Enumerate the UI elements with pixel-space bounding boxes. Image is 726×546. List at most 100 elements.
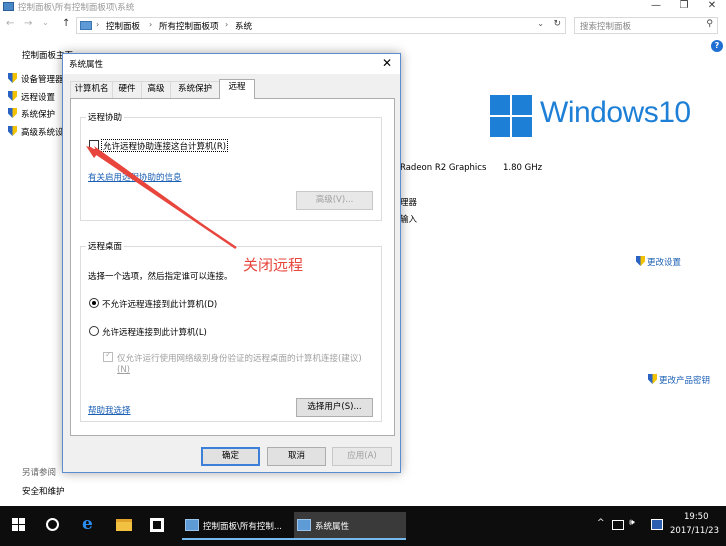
sidebar-item-label: 设备管理器 [21, 75, 64, 85]
volume-icon[interactable]: 🕪 [629, 518, 635, 528]
breadcrumb-separator: › [96, 20, 100, 29]
breadcrumb-control-panel[interactable]: 控制面板 [106, 20, 140, 32]
ime-indicator-icon[interactable] [651, 519, 663, 530]
forward-arrow-icon[interactable]: → [24, 18, 32, 29]
taskbar-item-control-panel[interactable]: 控制面板\所有控制... [182, 512, 294, 540]
sidebar-item-label: 系统保护 [21, 110, 56, 120]
shield-icon [8, 91, 17, 101]
help-icon[interactable]: ? [711, 40, 723, 52]
recent-pages-chevron-icon[interactable]: ⌄ [42, 18, 49, 27]
dialog-title-bar: 系统属性 ✕ [63, 54, 400, 74]
remote-assistance-info-link[interactable]: 有关启用远程协助的信息 [88, 171, 182, 183]
sidebar-item-label: 远程设置 [21, 93, 56, 103]
change-settings-label: 更改设置 [647, 258, 682, 268]
allow-remote-assistance-label[interactable]: 允许远程协助连接这台计算机(R) [103, 140, 226, 152]
edge-browser-icon[interactable]: e [82, 514, 93, 534]
maximize-button[interactable]: ❐ [670, 0, 698, 14]
allow-remote-assistance-checkbox[interactable] [89, 140, 99, 150]
tab-computer-name[interactable]: 计算机名 [70, 81, 113, 98]
refresh-icon[interactable]: ↻ [553, 19, 561, 29]
window-title-bar: 控制面板\所有控制面板项\系统 — ❐ ✕ [0, 0, 726, 14]
back-arrow-icon[interactable]: ← [6, 18, 14, 29]
address-dropdown-icon[interactable]: ⌄ [537, 19, 544, 28]
search-icon[interactable]: ⚲ [706, 19, 713, 29]
ok-button[interactable]: 确定 [201, 447, 260, 466]
change-product-key-link[interactable]: 更改产品密钥 [648, 374, 710, 386]
shield-icon [636, 256, 645, 266]
help-me-choose-link[interactable]: 帮助我选择 [88, 404, 131, 416]
control-panel-icon [3, 2, 14, 11]
nla-only-checkbox[interactable] [103, 350, 113, 362]
system-properties-icon [297, 519, 311, 531]
allow-remote-radio[interactable] [89, 326, 99, 336]
change-settings-link[interactable]: 更改设置 [636, 256, 681, 268]
cortana-search-icon[interactable] [46, 518, 59, 531]
remote-assistance-group: 远程协助 允许远程协助连接这台计算机(R) 有关启用远程协助的信息 高级(V).… [80, 111, 382, 221]
up-arrow-icon[interactable]: ↑ [62, 18, 70, 29]
partial-label: 输入 [400, 215, 418, 225]
windows-10-wordmark: Windows10 [540, 96, 691, 129]
breadcrumb-separator: › [149, 20, 153, 29]
desktop: 控制面板\所有控制面板项\系统 — ❐ ✕ ← → ⌄ ↑ › 控制面板 › 所… [0, 0, 726, 546]
shield-icon [8, 126, 17, 136]
taskbar: e 控制面板\所有控制... 系统属性 ^ 🕪 19:50 2017/11/23 [0, 506, 726, 546]
window-title: 控制面板\所有控制面板项\系统 [18, 3, 135, 13]
network-icon[interactable] [612, 520, 624, 530]
tray-overflow-chevron-icon[interactable]: ^ [597, 518, 605, 528]
sidebar-item-device-manager[interactable]: 设备管理器 [8, 73, 64, 85]
start-windows-icon[interactable] [12, 518, 26, 532]
remote-desktop-instruction: 选择一个选项，然后指定谁可以连接。 [88, 272, 233, 282]
nla-only-label: 仅允许运行使用网络级别身份验证的远程桌面的计算机连接(建议) [117, 354, 362, 364]
disallow-remote-radio[interactable] [89, 298, 99, 308]
file-explorer-icon[interactable] [116, 519, 132, 531]
nla-only-shortcut: (N) [117, 365, 130, 375]
allow-remote-label[interactable]: 允许远程连接到此计算机(L) [102, 326, 207, 338]
close-button[interactable]: ✕ [698, 0, 726, 14]
taskbar-item-label: 系统属性 [315, 522, 350, 532]
partial-label: 理器 [400, 198, 418, 208]
tab-remote[interactable]: 远程 [219, 79, 255, 99]
minimize-button[interactable]: — [642, 0, 670, 14]
shield-icon [648, 374, 657, 384]
remote-desktop-heading: 远程桌面 [86, 240, 125, 252]
apply-button[interactable]: 应用(A) [332, 447, 392, 466]
taskbar-item-system-properties[interactable]: 系统属性 [294, 512, 406, 540]
advanced-button[interactable]: 高级(V)... [296, 191, 373, 210]
sidebar-item-system-protection[interactable]: 系统保护 [8, 108, 55, 120]
tab-system-protection[interactable]: 系统保护 [170, 81, 220, 98]
search-input[interactable]: 搜索控制面板 ⚲ [574, 17, 718, 34]
clock-date[interactable]: 2017/11/23 [670, 526, 719, 536]
remote-desktop-group: 远程桌面 选择一个选项，然后指定谁可以连接。 不允许远程连接到此计算机(D) 允… [80, 240, 382, 422]
disallow-remote-label[interactable]: 不允许远程连接到此计算机(D) [102, 298, 217, 310]
sidebar-item-remote-settings[interactable]: 远程设置 [8, 91, 55, 103]
control-panel-folder-icon [80, 21, 92, 30]
select-users-button[interactable]: 选择用户(S)... [296, 398, 373, 417]
clock-time[interactable]: 19:50 [684, 512, 709, 522]
cancel-button[interactable]: 取消 [267, 447, 326, 466]
address-bar[interactable]: › 控制面板 › 所有控制面板项 › 系统 ⌄ ↻ [76, 17, 566, 34]
remote-tab-page: 远程协助 允许远程协助连接这台计算机(R) 有关启用远程协助的信息 高级(V).… [70, 98, 395, 436]
dialog-title: 系统属性 [69, 60, 104, 70]
security-maintenance-link[interactable]: 安全和维护 [22, 485, 65, 497]
processor-speed: 1.80 GHz [503, 163, 543, 173]
windows-logo-icon [490, 95, 532, 137]
dialog-close-button[interactable]: ✕ [382, 56, 392, 70]
breadcrumb-all-items[interactable]: 所有控制面板项 [159, 20, 219, 32]
tab-advanced[interactable]: 高级 [141, 81, 171, 98]
see-also-heading: 另请参阅 [22, 468, 57, 478]
system-properties-dialog: 系统属性 ✕ 计算机名 硬件 高级 系统保护 远程 远程协助 允许远程协助连接这… [62, 53, 401, 473]
shield-icon [8, 73, 17, 83]
task-running-indicator [182, 538, 294, 540]
breadcrumb-system[interactable]: 系统 [235, 20, 252, 32]
shield-icon [8, 108, 17, 118]
annotation-label: 关闭远程 [243, 256, 304, 274]
task-running-indicator [294, 538, 406, 540]
change-product-key-label: 更改产品密钥 [659, 376, 711, 386]
store-icon[interactable] [150, 518, 164, 532]
processor-name: Radeon R2 Graphics [400, 163, 487, 173]
tab-hardware[interactable]: 硬件 [112, 81, 142, 98]
control-panel-icon [185, 519, 199, 531]
taskbar-item-label: 控制面板\所有控制... [203, 522, 282, 532]
breadcrumb-separator: › [225, 20, 229, 29]
address-row: ← → ⌄ ↑ › 控制面板 › 所有控制面板项 › 系统 ⌄ ↻ 搜索控制面板… [0, 14, 726, 36]
